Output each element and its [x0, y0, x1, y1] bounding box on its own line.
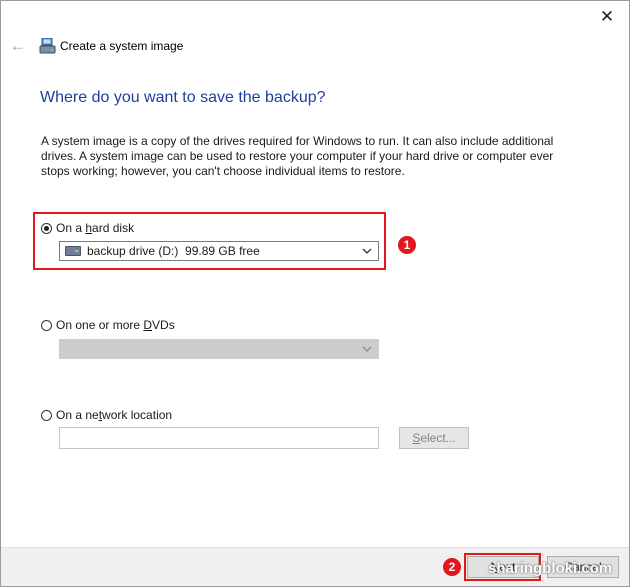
- annotation-marker-2: 2: [443, 558, 461, 576]
- network-radio[interactable]: [41, 409, 52, 421]
- option-network-location[interactable]: On a network location: [41, 408, 172, 422]
- hard-disk-dropdown-value: backup drive (D:) 99.89 GB free: [87, 244, 260, 258]
- back-arrow-icon[interactable]: ←: [9, 36, 27, 55]
- chevron-down-icon: [362, 346, 372, 352]
- hard-disk-label: On a hard disk: [56, 221, 135, 235]
- network-location-input[interactable]: [59, 427, 379, 449]
- annotation-marker-1: 1: [398, 236, 416, 254]
- window-title: Create a system image: [60, 39, 184, 53]
- create-system-image-window: ✕ ← Create a system image Where do you w…: [0, 0, 630, 587]
- chevron-down-icon: [362, 248, 372, 254]
- network-label: On a network location: [56, 408, 173, 422]
- dvds-radio[interactable]: [41, 319, 52, 331]
- dvds-dropdown[interactable]: [59, 339, 379, 359]
- system-image-icon: [39, 38, 56, 54]
- page-heading: Where do you want to save the backup?: [40, 89, 326, 106]
- dvds-label: On one or more DVDs: [56, 318, 175, 332]
- option-dvds[interactable]: On one or more DVDs: [41, 318, 175, 332]
- drive-icon: [65, 246, 81, 256]
- close-icon[interactable]: ✕: [593, 5, 621, 29]
- select-network-button[interactable]: Select...: [399, 427, 469, 449]
- hard-disk-radio[interactable]: [41, 222, 52, 234]
- option-hard-disk[interactable]: On a hard disk: [41, 221, 134, 235]
- hard-disk-dropdown[interactable]: backup drive (D:) 99.89 GB free: [59, 241, 379, 261]
- description-text: A system image is a copy of the drives r…: [41, 134, 554, 178]
- watermark: sharingbloki.com: [488, 560, 613, 577]
